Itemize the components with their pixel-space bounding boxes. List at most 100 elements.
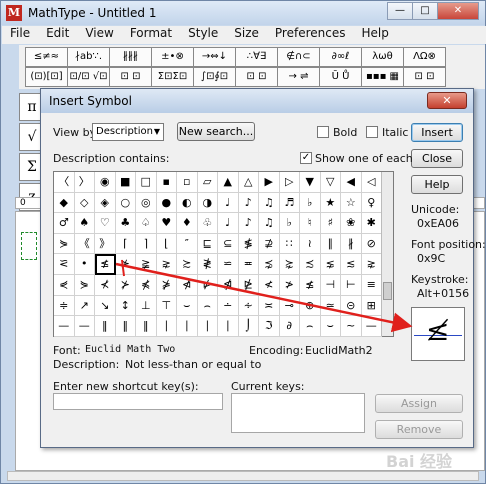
symbol-cell[interactable]: ♥: [156, 213, 177, 234]
symbol-cell[interactable]: ⊕: [300, 295, 321, 317]
symbol-cell[interactable]: ≸: [238, 233, 259, 255]
symbol-cell[interactable]: ✱: [361, 213, 382, 234]
symbol-cell[interactable]: ≰: [95, 254, 116, 275]
symbol-cell[interactable]: ⋟: [74, 274, 95, 296]
show-one-of-each-checkbox[interactable]: ✓: [300, 152, 312, 164]
symbol-cell[interactable]: ◑: [197, 192, 218, 214]
view-by-select[interactable]: Description ▼: [92, 123, 164, 141]
symbol-cell[interactable]: ⌢: [300, 316, 321, 337]
symbol-cell[interactable]: ⊁: [115, 274, 136, 296]
symbol-cell[interactable]: ★: [320, 192, 341, 214]
symbol-cell[interactable]: ≀: [300, 233, 321, 255]
symbol-cell[interactable]: ⊸: [279, 295, 300, 317]
symbol-cell[interactable]: ⌈: [115, 233, 136, 255]
symbol-grid-scrollbar[interactable]: [381, 172, 393, 336]
symbol-cell[interactable]: ⌉: [136, 233, 157, 255]
menu-view[interactable]: View: [77, 26, 121, 44]
close-dialog-button[interactable]: Close: [411, 149, 463, 168]
symbol-cell[interactable]: ≹: [197, 254, 218, 275]
minimize-button[interactable]: —: [387, 2, 413, 20]
symbol-cell[interactable]: ⊑: [197, 233, 218, 255]
template-boxes[interactable]: ⊡ ⊡: [403, 67, 446, 87]
symbol-cell[interactable]: ♬: [279, 192, 300, 214]
palette-relations[interactable]: ≤≠≈: [25, 47, 68, 67]
dialog-close-icon[interactable]: ✕: [427, 92, 467, 109]
symbol-cell[interactable]: ⋫: [197, 274, 218, 296]
template-integrals[interactable]: ∫⊡∮⊡: [193, 67, 236, 87]
symbol-cell[interactable]: ▪: [156, 172, 177, 193]
symbol-cell[interactable]: ♦: [177, 213, 198, 234]
symbol-cell[interactable]: ⊉: [259, 233, 280, 255]
symbol-cell[interactable]: ❀: [341, 213, 362, 234]
symbol-cell[interactable]: ■: [115, 172, 136, 193]
scrollbar-thumb[interactable]: [383, 282, 392, 300]
symbol-cell[interactable]: ⋍: [218, 254, 239, 275]
symbol-cell[interactable]: ●: [156, 192, 177, 214]
symbol-cell[interactable]: ⊣: [320, 274, 341, 296]
symbol-cell[interactable]: △: [238, 172, 259, 193]
symbol-cell[interactable]: ♪: [238, 192, 259, 214]
menu-style[interactable]: Style: [180, 26, 226, 44]
symbol-cell[interactable]: ∣: [156, 316, 177, 337]
symbol-cell[interactable]: 〈: [54, 172, 75, 193]
maximize-button[interactable]: □: [412, 2, 438, 20]
symbol-cell[interactable]: —: [54, 316, 75, 337]
symbol-cell[interactable]: ≡: [361, 274, 382, 296]
symbol-cell[interactable]: ≃: [320, 295, 341, 317]
symbol-cell[interactable]: ≖: [238, 254, 259, 275]
symbol-cell[interactable]: ⊤: [156, 295, 177, 317]
symbol-cell[interactable]: ◈: [95, 192, 116, 214]
symbol-cell[interactable]: ∣: [218, 316, 239, 337]
symbol-cell[interactable]: ≾: [300, 254, 321, 275]
symbol-cell[interactable]: —: [74, 316, 95, 337]
template-products[interactable]: Ū Ů: [319, 67, 362, 87]
symbol-cell[interactable]: ◀: [341, 172, 362, 193]
symbol-cell[interactable]: ◇: [74, 192, 95, 214]
palette-embellishments[interactable]: ∦∦∦: [109, 47, 152, 67]
symbol-cell[interactable]: ∷: [279, 233, 300, 255]
symbol-cell[interactable]: ≑: [54, 295, 75, 317]
symbol-cell[interactable]: ◁: [361, 172, 382, 193]
symbol-cell[interactable]: ℑ: [259, 316, 280, 337]
symbol-cell[interactable]: ∥: [320, 233, 341, 255]
symbol-cell[interactable]: ≰: [300, 274, 321, 296]
symbol-cell[interactable]: ⋭: [238, 274, 259, 296]
symbol-cell[interactable]: ⊝: [341, 295, 362, 317]
symbol-cell[interactable]: ↕: [115, 295, 136, 317]
symbol-cell[interactable]: ⋬: [218, 274, 239, 296]
symbol-cell[interactable]: ▼: [300, 172, 321, 193]
current-keys-list[interactable]: [231, 393, 365, 433]
template-matrices[interactable]: ▪▪▪ ▦: [361, 67, 404, 87]
symbol-cell[interactable]: ♣: [115, 213, 136, 234]
symbol-cell[interactable]: ○: [115, 192, 136, 214]
symbol-cell[interactable]: ☆: [341, 192, 362, 214]
symbol-cell[interactable]: ♂: [54, 213, 75, 234]
symbol-cell[interactable]: 〉: [74, 172, 95, 193]
symbol-cell[interactable]: ⋟: [54, 233, 75, 255]
symbol-cell[interactable]: ⌡: [238, 316, 259, 337]
symbol-cell[interactable]: ▫: [177, 172, 198, 193]
symbol-cell[interactable]: ▶: [259, 172, 280, 193]
new-search-button[interactable]: New search...: [177, 122, 255, 141]
symbol-cell[interactable]: ▱: [197, 172, 218, 193]
horizontal-scrollbar[interactable]: [7, 471, 479, 481]
symbol-cell[interactable]: ⋠: [136, 274, 157, 296]
symbol-cell[interactable]: ⊞: [361, 295, 382, 317]
symbol-cell[interactable]: 《: [74, 233, 95, 255]
symbol-cell[interactable]: ▷: [279, 172, 300, 193]
symbol-cell[interactable]: ♭: [300, 192, 321, 214]
menu-edit[interactable]: Edit: [38, 26, 77, 44]
menu-size[interactable]: Size: [226, 26, 267, 44]
symbol-cell[interactable]: ↗: [74, 295, 95, 317]
symbol-cell[interactable]: ♩: [218, 192, 239, 214]
palette-spaces[interactable]: ∤ab∵.: [67, 47, 110, 67]
symbol-cell[interactable]: ♠: [74, 213, 95, 234]
insertion-slot[interactable]: [21, 232, 37, 260]
symbol-cell[interactable]: ⋞: [54, 274, 75, 296]
symbol-cell[interactable]: ♧: [197, 213, 218, 234]
symbol-cell[interactable]: ⋩: [279, 254, 300, 275]
symbol-cell[interactable]: ♤: [136, 213, 157, 234]
symbol-cell[interactable]: ♮: [300, 213, 321, 234]
symbol-cell[interactable]: ⋧: [361, 254, 382, 275]
symbol-cell[interactable]: ⊘: [361, 233, 382, 255]
